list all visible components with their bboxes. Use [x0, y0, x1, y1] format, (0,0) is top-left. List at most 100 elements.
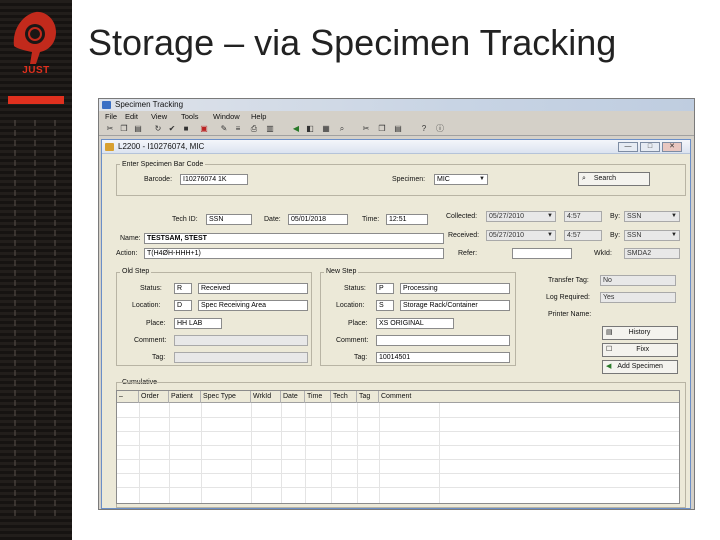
old-comment-field[interactable] [174, 335, 308, 346]
collected-by-field[interactable]: SSN ▼ [624, 211, 680, 222]
old-status-text[interactable]: Received [198, 283, 308, 294]
new-place-label: Place: [348, 320, 368, 327]
menu-file[interactable]: File [105, 111, 117, 122]
cut-icon-2[interactable]: ✂ [361, 124, 371, 134]
chevron-down-icon: ▼ [671, 213, 677, 219]
collected-label: Collected: [446, 213, 478, 220]
tech-id-field[interactable]: SSN [206, 214, 252, 225]
help-icon[interactable]: ? [419, 124, 429, 134]
check-icon[interactable]: ✔ [167, 124, 177, 134]
received-by-label: By: [610, 232, 621, 239]
new-status-label: Status: [344, 285, 366, 292]
search-icon[interactable]: ⌕ [337, 124, 347, 134]
menu-tools[interactable]: Tools [181, 111, 199, 122]
new-comment-label: Comment: [336, 337, 369, 344]
cut-icon[interactable]: ✂ [105, 124, 115, 134]
window-icon[interactable]: ◧ [305, 124, 315, 134]
received-date-field[interactable]: 05/27/2010 ▼ [486, 230, 556, 241]
edit-icon[interactable]: ✎ [219, 124, 229, 134]
new-place-field[interactable]: XS ORIGINAL [376, 318, 454, 329]
column-header[interactable]: Patient [169, 391, 201, 403]
menu-window[interactable]: Window [213, 111, 240, 122]
column-header[interactable]: Spec Type [201, 391, 251, 403]
save-icon[interactable]: ▥ [265, 124, 275, 134]
time-field[interactable]: 12:51 [386, 214, 428, 225]
copy-icon[interactable]: ❐ [119, 124, 129, 134]
new-location-code[interactable]: S [376, 300, 394, 311]
old-location-code[interactable]: D [174, 300, 192, 311]
date-field[interactable]: 05/01/2018 [288, 214, 348, 225]
history-button[interactable]: ▤ History [602, 326, 678, 340]
slide-title: Storage – via Specimen Tracking [88, 22, 617, 63]
maximize-button[interactable]: □ [640, 142, 660, 152]
grid-icon[interactable]: ▦ [321, 124, 331, 134]
old-status-code[interactable]: R [174, 283, 192, 294]
grid-line [331, 403, 332, 503]
collected-by: SSN [627, 213, 642, 220]
close-button[interactable]: ✕ [662, 142, 682, 152]
add-specimen-button[interactable]: ◀ Add Specimen [602, 360, 678, 374]
grid-line [251, 403, 252, 503]
tech-id-label: Tech ID: [172, 216, 198, 223]
fixx-button[interactable]: ☐ Fixx [602, 343, 678, 357]
new-location-text[interactable]: Storage Rack/Container [400, 300, 510, 311]
stop-icon[interactable]: ■ [181, 124, 191, 134]
received-by-field[interactable]: SSN ▼ [624, 230, 680, 241]
name-field[interactable]: TESTSAM, STEST [144, 233, 444, 244]
action-label: Action: [116, 250, 138, 257]
column-header[interactable]: Time [305, 391, 331, 403]
menu-edit[interactable]: Edit [125, 111, 138, 122]
barcode-input[interactable]: I10276074 1K [180, 174, 248, 185]
transfer-tag-field[interactable]: No [600, 275, 676, 286]
column-header[interactable]: Tech [331, 391, 357, 403]
refer-label: Refer: [458, 250, 478, 257]
logo-graphic [13, 11, 56, 64]
old-place-label: Place: [146, 320, 166, 327]
new-location-label: Location: [336, 302, 365, 309]
arrow-left-icon[interactable]: ◀ [291, 124, 301, 134]
chevron-down-icon: ▼ [671, 232, 677, 238]
minimize-button[interactable]: — [618, 142, 638, 152]
chevron-down-icon: ▼ [547, 232, 553, 238]
new-status-text[interactable]: Processing [400, 283, 510, 294]
child-window-icon [105, 143, 114, 151]
column-header[interactable]: Comment [379, 391, 439, 403]
grid-header: – Order Patient Spec Type WrkId Date Tim… [117, 391, 679, 403]
column-header[interactable]: Order [139, 391, 169, 403]
print-icon[interactable]: ⎙ [249, 124, 259, 134]
search-button[interactable]: ⌕ Search [578, 172, 650, 186]
action-field[interactable]: T(H4ØH-HHH+1) [144, 248, 444, 259]
old-tag-field[interactable] [174, 352, 308, 363]
new-tag-field[interactable]: 10014501 [376, 352, 510, 363]
log-required-field[interactable]: Yes [600, 292, 676, 303]
delete-icon[interactable]: ▣ [199, 124, 209, 134]
column-header[interactable]: WrkId [251, 391, 281, 403]
app-titlebar: Specimen Tracking [99, 99, 694, 111]
received-time-field[interactable]: 4:57 [564, 230, 602, 241]
new-status-code[interactable]: P [376, 283, 394, 294]
old-location-text[interactable]: Spec Receiving Area [198, 300, 308, 311]
old-place-field[interactable]: HH LAB [174, 318, 222, 329]
wkid-field[interactable]: SMDA2 [624, 248, 680, 259]
menu-help[interactable]: Help [251, 111, 266, 122]
list-icon[interactable]: ≡ [233, 124, 243, 134]
grid-row-selector-header: – [117, 391, 139, 403]
decorative-line [14, 120, 16, 520]
refresh-icon[interactable]: ↻ [153, 124, 163, 134]
cumulative-grid[interactable]: – Order Patient Spec Type WrkId Date Tim… [116, 390, 680, 504]
copy-icon-2[interactable]: ❐ [377, 124, 387, 134]
column-header[interactable]: Tag [357, 391, 379, 403]
collected-date-field[interactable]: 05/27/2010 ▼ [486, 211, 556, 222]
collected-time-field[interactable]: 4:57 [564, 211, 602, 222]
date-label: Date: [264, 216, 281, 223]
new-comment-field[interactable] [376, 335, 510, 346]
specimen-select[interactable]: MIC ▼ [434, 174, 488, 185]
paste-icon[interactable]: ▤ [133, 124, 143, 134]
paste-icon-2[interactable]: ▤ [393, 124, 403, 134]
refer-field[interactable] [512, 248, 572, 259]
column-header[interactable]: Date [281, 391, 305, 403]
history-icon: ▤ [606, 329, 613, 336]
menu-view[interactable]: View [151, 111, 167, 122]
info-icon[interactable]: ⓘ [435, 124, 445, 134]
received-by: SSN [627, 232, 642, 239]
